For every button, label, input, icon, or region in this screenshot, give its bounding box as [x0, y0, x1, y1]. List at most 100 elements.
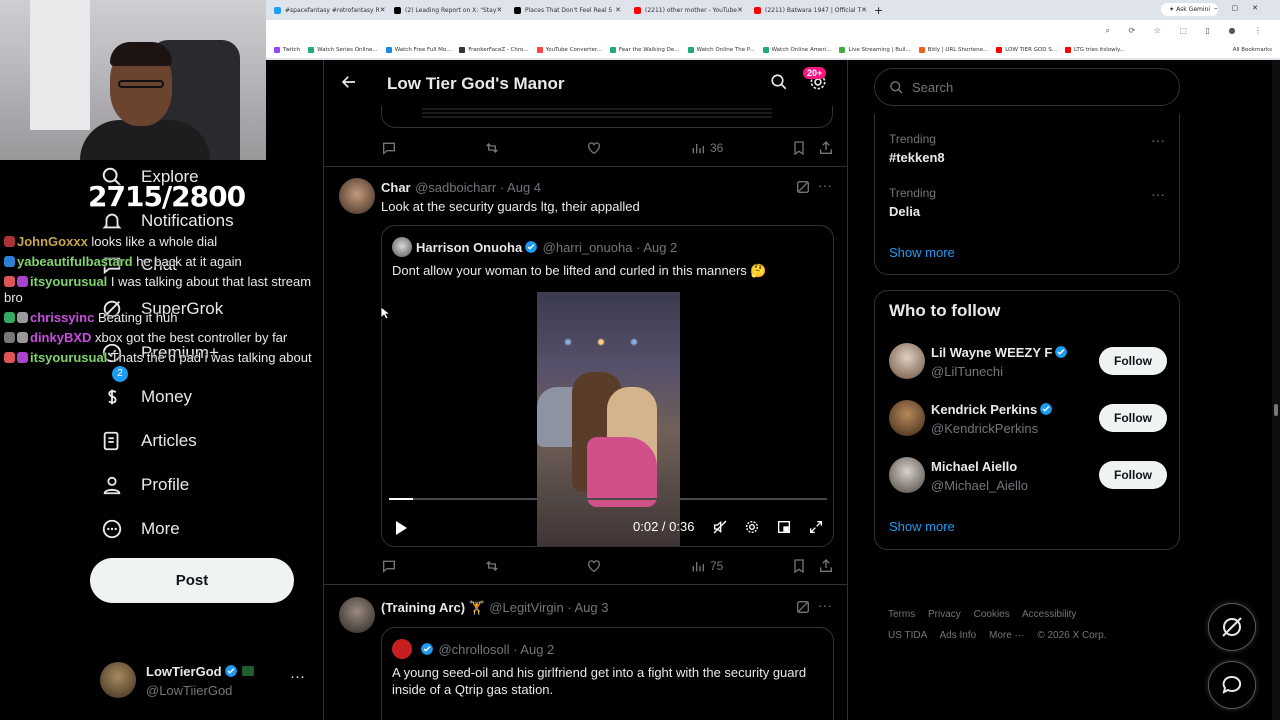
bookmark-button[interactable] — [791, 140, 807, 156]
follow-button[interactable]: Follow — [1099, 461, 1167, 489]
share-button[interactable] — [818, 558, 834, 574]
close-icon[interactable]: ✕ — [615, 6, 621, 14]
new-tab-button[interactable]: + — [874, 4, 883, 17]
tab-label: (2) Leading Report on X: "Stay — [405, 6, 497, 14]
bookmark[interactable]: Watch Online The P... — [687, 47, 755, 53]
pip-icon[interactable] — [776, 519, 792, 538]
scrollbar-thumb[interactable] — [1274, 404, 1278, 416]
follow-button[interactable]: Follow — [1099, 347, 1167, 375]
ask-gemini-button[interactable]: ✦ Ask Gemini — [1161, 3, 1218, 16]
bookmark[interactable]: Watch Series Online... — [308, 47, 378, 53]
follow-suggestion[interactable]: Lil Wayne WEEZY F @LilTunechi Follow — [889, 341, 1169, 381]
author-handle[interactable]: @LegitVirgin — [489, 600, 563, 615]
page-scrollbar[interactable] — [1272, 60, 1280, 720]
quote-tweet[interactable]: Harrison Onuoha @harri_onuoha · Aug 2 Do… — [381, 225, 834, 547]
share-button[interactable] — [818, 140, 834, 156]
author-name[interactable]: (Training Arc) 🏋 — [381, 600, 485, 615]
footer-link[interactable]: Privacy — [928, 609, 961, 620]
bookmark[interactable]: Bitly | URL Shortene... — [918, 47, 988, 53]
footer-link[interactable]: US TIDA — [888, 630, 927, 641]
grok-icon[interactable] — [795, 599, 811, 620]
footer-link[interactable]: Ads Info — [940, 630, 977, 641]
like-button[interactable] — [586, 558, 602, 574]
address-bar[interactable]: ⌕ ⟳ ☆ ⬚ ▯ ● ⋮ — [266, 20, 1280, 42]
show-more-link[interactable]: Show more — [889, 245, 955, 260]
footer-link[interactable]: Terms — [888, 609, 915, 620]
quote-tweet[interactable]: @chrollosoll · Aug 2 A young seed-oil an… — [381, 627, 834, 720]
reply-button[interactable] — [381, 140, 397, 156]
footer-link[interactable]: Cookies — [974, 609, 1010, 620]
nav-more[interactable]: More — [100, 514, 180, 544]
browser-tab[interactable]: #spacefantasy #retrofantasy R ✕ — [268, 1, 386, 19]
settings-icon[interactable] — [744, 519, 760, 538]
mute-icon[interactable] — [712, 519, 728, 538]
window-controls[interactable]: –▢✕ — [1214, 4, 1272, 12]
close-icon[interactable]: ✕ — [380, 6, 386, 14]
post-button[interactable]: Post — [90, 558, 294, 603]
chat-message: yabeautifulbastard he back at it again — [4, 254, 324, 270]
follow-suggestion[interactable]: Michael Aiello @Michael_Aiello Follow — [889, 455, 1169, 495]
play-icon[interactable] — [394, 520, 408, 539]
grok-icon[interactable] — [795, 179, 811, 200]
bookmark-button[interactable] — [791, 558, 807, 574]
bookmark[interactable]: LTG tries itslowly... — [1065, 47, 1125, 53]
show-more-link[interactable]: Show more — [889, 519, 955, 534]
nav-profile[interactable]: Profile — [100, 470, 189, 500]
back-arrow-icon[interactable] — [340, 73, 358, 96]
bookmark[interactable]: Watch Online Ameri... — [762, 47, 831, 53]
footer-link[interactable]: Accessibility — [1022, 609, 1076, 620]
reply-button[interactable] — [381, 558, 397, 574]
bookmark[interactable]: FrankerFaceZ - Chro... — [459, 47, 529, 53]
browser-tab[interactable]: (2) Leading Report on X: "Stay ✕ — [388, 1, 506, 19]
footer-link[interactable]: More ··· — [989, 630, 1025, 641]
author-handle[interactable]: @sadboicharr — [415, 180, 496, 195]
browser-tab[interactable]: (2211) Batwara 1947 | Official T ✕ — [748, 1, 866, 19]
tweet-date[interactable]: Aug 4 — [507, 180, 541, 195]
ellipsis-icon[interactable]: ··· — [1151, 132, 1165, 148]
messages-fab-button[interactable] — [1208, 661, 1256, 709]
bookmark[interactable]: Live Streaming | Buil... — [839, 47, 911, 53]
browser-tab[interactable]: Places That Don't Feel Real 5 ✕ — [508, 1, 626, 19]
ellipsis-icon[interactable]: ··· — [818, 177, 832, 193]
trend-name[interactable]: Delia — [889, 204, 920, 219]
account-switcher[interactable]: LowTierGod @LowTiierGod ··· — [100, 660, 310, 702]
bookmark[interactable]: YouTube Converter... — [536, 47, 602, 53]
search-icon[interactable] — [770, 73, 788, 96]
badge-icon — [4, 256, 15, 267]
fullscreen-icon[interactable] — [808, 519, 824, 538]
trend-name[interactable]: #tekken8 — [889, 150, 945, 165]
browser-tab[interactable]: (2211) other mother - YouTube ✕ — [628, 1, 746, 19]
views-button[interactable]: 36 — [690, 140, 723, 156]
follow-suggestion[interactable]: Kendrick Perkins @KendrickPerkins Follow — [889, 398, 1169, 438]
nav-articles[interactable]: Articles — [100, 426, 197, 456]
close-icon[interactable]: ✕ — [737, 6, 743, 14]
avatar — [889, 343, 925, 379]
video-player[interactable]: 0:02 / 0:36 — [382, 292, 833, 546]
ellipsis-icon[interactable]: ··· — [818, 597, 832, 613]
repost-button[interactable] — [483, 140, 501, 156]
tweet-date[interactable]: Aug 3 — [575, 600, 609, 615]
views-button[interactable]: 75 — [690, 558, 723, 574]
bookmark[interactable]: LOW TIER GOD S... — [996, 47, 1057, 53]
follow-button[interactable]: Follow — [1099, 404, 1167, 432]
bookmark[interactable]: Twitch — [274, 47, 300, 53]
bookmark[interactable]: Watch Free Full Mo... — [385, 47, 451, 53]
nav-money[interactable]: Money — [100, 382, 192, 412]
close-icon[interactable]: ✕ — [861, 6, 866, 14]
video-progress-bar[interactable] — [389, 498, 827, 500]
ellipsis-icon[interactable]: ··· — [1151, 186, 1165, 202]
tab-strip: #spacefantasy #retrofantasy R ✕ (2) Leadi… — [266, 0, 1280, 20]
bookmark[interactable]: Fear the Walking De... — [609, 47, 680, 53]
avatar[interactable] — [339, 178, 375, 214]
avatar[interactable] — [339, 597, 375, 633]
close-icon[interactable]: ✕ — [496, 6, 502, 14]
repost-button[interactable] — [483, 558, 501, 574]
search-input[interactable]: Search — [874, 68, 1180, 106]
toolbar-icons[interactable]: ⌕ ⟳ ☆ ⬚ ▯ ● ⋮ — [1105, 26, 1270, 36]
author-name[interactable]: Char — [381, 180, 411, 195]
all-bookmarks[interactable]: All Bookmarks — [1233, 47, 1272, 53]
like-button[interactable] — [586, 140, 602, 156]
grok-fab-button[interactable] — [1208, 603, 1256, 651]
nav-label: Notifications — [141, 211, 234, 230]
ellipsis-icon[interactable]: ··· — [290, 668, 305, 685]
